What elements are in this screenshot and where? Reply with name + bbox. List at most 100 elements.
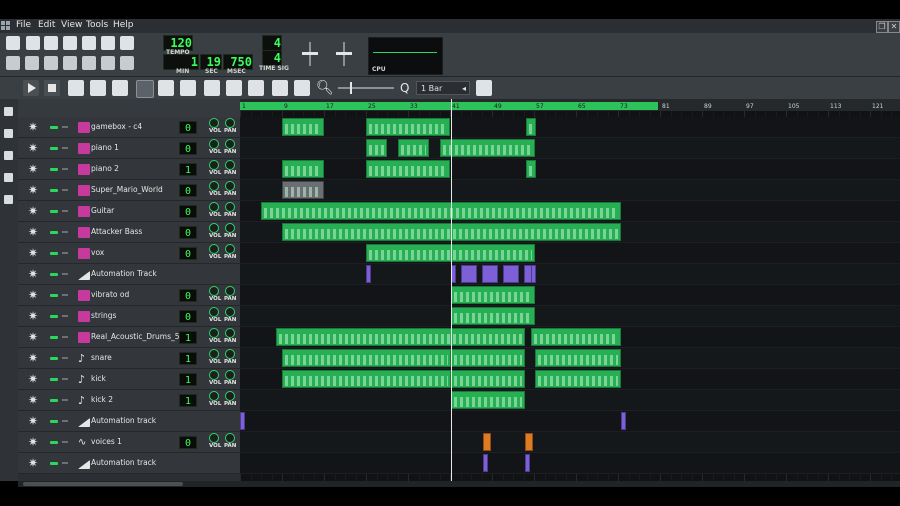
my-samples-icon[interactable] [4,151,13,160]
automation-editor-icon[interactable] [63,56,77,70]
add-beat-track-icon[interactable] [68,80,84,96]
mute-led[interactable] [50,168,58,171]
track-volume-display[interactable]: 0 [179,289,197,302]
gear-icon[interactable]: ✷ [28,183,38,197]
track-lane[interactable] [240,138,900,159]
track-lane[interactable] [240,432,900,453]
pattern-clip[interactable] [366,139,387,157]
menu-view[interactable]: View [61,20,82,30]
track-name[interactable]: gamebox - c4 [91,122,142,131]
new-from-template-icon[interactable] [26,36,40,50]
auto-scroll-icon[interactable] [204,80,220,96]
pattern-clip[interactable] [526,118,536,136]
pan-knob[interactable] [225,223,235,233]
solo-led[interactable] [62,294,68,296]
mute-led[interactable] [50,462,58,465]
menu-edit[interactable]: Edit [38,20,55,30]
solo-led[interactable] [62,210,68,212]
track-lane[interactable] [240,369,900,390]
pattern-clip[interactable] [282,349,451,367]
volume-knob[interactable] [209,202,219,212]
track-name[interactable]: vibrato od [91,290,129,299]
track-name[interactable]: piano 2 [91,164,119,173]
automation-clip[interactable] [503,265,519,283]
track-lane[interactable] [240,117,900,138]
restore-window-icon[interactable]: ❐ [876,21,888,33]
pattern-clip[interactable] [366,160,450,178]
volume-knob[interactable] [209,391,219,401]
mixer-icon[interactable] [82,56,96,70]
volume-knob[interactable] [209,286,219,296]
sample-clip[interactable] [525,433,533,451]
track-name[interactable]: Real_Acoustic_Drums_5 [91,332,180,341]
track-row[interactable]: ✷ vox VOL PAN 0 [18,243,240,264]
track-volume-display[interactable]: 1 [179,163,197,176]
volume-knob[interactable] [209,223,219,233]
volume-knob[interactable] [209,160,219,170]
track-volume-display[interactable]: 1 [179,331,197,344]
my-presets-icon[interactable] [4,173,13,182]
solo-led[interactable] [62,399,68,401]
pattern-clip[interactable] [526,160,536,178]
track-lane[interactable] [240,180,900,201]
pattern-clip[interactable] [282,370,451,388]
track-name[interactable]: Automation Track [91,269,157,278]
track-row[interactable]: ✷ ♪ kick 2 VOL PAN 1 [18,390,240,411]
gear-icon[interactable]: ✷ [28,372,38,386]
gear-icon[interactable]: ✷ [28,246,38,260]
track-row[interactable]: ✷ Real_Acoustic_Drums_5 VOL PAN 1 [18,327,240,348]
save-project-icon[interactable] [82,36,96,50]
solo-led[interactable] [62,252,68,254]
pan-knob[interactable] [225,139,235,149]
pattern-clip[interactable] [440,139,535,157]
volume-knob[interactable] [209,349,219,359]
mute-led[interactable] [50,441,58,444]
track-row[interactable]: ✷ piano 1 VOL PAN 0 [18,138,240,159]
automation-clip[interactable] [525,454,530,472]
track-volume-display[interactable]: 0 [179,436,197,449]
gear-icon[interactable]: ✷ [28,330,38,344]
mute-led[interactable] [50,252,58,255]
volume-knob[interactable] [209,370,219,380]
sample-clip[interactable] [483,433,491,451]
instrument-plugins-icon[interactable] [4,107,13,116]
pattern-clip[interactable] [398,139,429,157]
solo-led[interactable] [62,336,68,338]
draw-mode-icon[interactable] [136,80,154,98]
track-lane[interactable] [240,390,900,411]
track-volume-display[interactable]: 1 [179,394,197,407]
knife-mode-icon[interactable] [158,80,174,96]
track-name[interactable]: snare [91,353,112,362]
open-project-icon[interactable] [44,36,58,50]
menu-file[interactable]: File [16,20,31,30]
track-row[interactable]: ✷ ♪ snare VOL PAN 1 [18,348,240,369]
mute-led[interactable] [50,294,58,297]
solo-led[interactable] [62,168,68,170]
mute-led[interactable] [50,378,58,381]
gear-icon[interactable]: ✷ [28,225,38,239]
track-lane[interactable] [240,306,900,327]
pattern-clip[interactable] [261,202,621,220]
automation-clip[interactable] [531,265,536,283]
solo-led[interactable] [62,378,68,380]
master-volume-slider[interactable] [296,42,324,66]
track-name[interactable]: voices 1 [91,437,122,446]
piano-roll-icon[interactable] [44,56,58,70]
pattern-clip[interactable] [535,349,621,367]
gear-icon[interactable]: ✷ [28,309,38,323]
track-lane[interactable] [240,327,900,348]
track-row[interactable]: ✷ piano 2 VOL PAN 1 [18,159,240,180]
track-lane[interactable] [240,222,900,243]
solo-led[interactable] [62,231,68,233]
volume-knob[interactable] [209,244,219,254]
gear-icon[interactable]: ✷ [28,414,38,428]
automation-clip[interactable] [366,265,371,283]
track-volume-display[interactable]: 0 [179,142,197,155]
track-lane[interactable] [240,411,900,432]
volume-knob[interactable] [209,181,219,191]
track-row[interactable]: ✷ Super_Mario_World VOL PAN 0 [18,180,240,201]
edit-select-mode-icon[interactable] [180,80,196,96]
play-button[interactable] [23,80,39,96]
gear-icon[interactable]: ✷ [28,288,38,302]
pan-knob[interactable] [225,433,235,443]
